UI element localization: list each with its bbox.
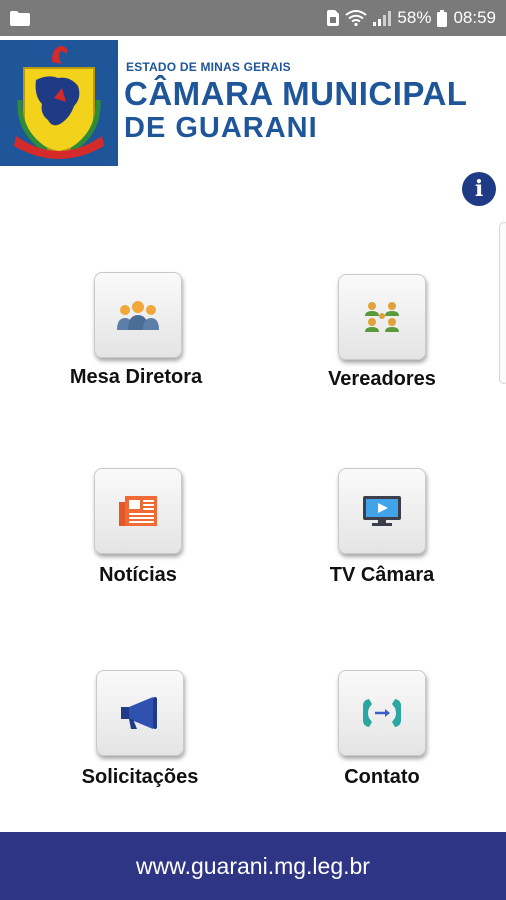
menu-item-contato[interactable]: Contato [338,670,506,810]
contato-label: Contato [344,766,420,788]
status-bar: 58% 08:59 [0,0,506,36]
noticias-button[interactable] [94,468,182,554]
wifi-icon [345,10,368,26]
contato-button[interactable] [338,670,426,756]
council-members-icon [365,302,399,332]
noticias-label: Notícias [99,564,177,586]
signal-icon [373,11,392,26]
sim-icon [327,10,340,26]
tv-camara-label: TV Câmara [329,564,435,586]
battery-icon [437,9,448,27]
folder-icon [10,10,30,26]
mesa-diretora-label: Mesa Diretora [69,366,203,388]
footer-website-bar[interactable]: www.guarani.mg.leg.br [0,832,506,900]
menu-item-tv-camara[interactable]: TV Câmara [330,468,506,608]
vereadores-label: Vereadores [328,368,436,390]
phone-contact-icon [363,699,401,727]
mesa-diretora-button[interactable] [94,272,182,358]
battery-percent: 58% [397,8,432,27]
institution-subtitle: DE GUARANI [124,112,318,144]
solicitacoes-button[interactable] [96,670,184,756]
tv-camara-button[interactable] [338,468,426,554]
info-icon: i [474,176,484,202]
menu-item-vereadores[interactable]: Vereadores [328,272,506,412]
megaphone-icon [121,697,157,729]
institution-title: CÂMARA MUNICIPAL [124,75,468,112]
info-button[interactable]: i [462,172,496,206]
solicitacoes-label: Solicitações [81,766,199,788]
people-group-icon [117,301,159,330]
tv-icon [363,496,401,526]
clock: 08:59 [453,8,496,27]
app-screen: 58% 08:59 ESTADO DE MINAS GERAIS CÂMARA … [0,0,506,900]
header: ESTADO DE MINAS GERAIS CÂMARA MUNICIPAL … [0,36,506,168]
state-label: ESTADO DE MINAS GERAIS [126,60,291,74]
municipal-coat-of-arms-logo [0,40,118,166]
menu-item-noticias[interactable]: Notícias [94,468,294,608]
website-link[interactable]: www.guarani.mg.leg.br [136,853,370,880]
menu-item-solicitacoes[interactable]: Solicitações [82,670,296,810]
vereadores-button[interactable] [338,274,426,360]
newspaper-icon [119,496,157,526]
